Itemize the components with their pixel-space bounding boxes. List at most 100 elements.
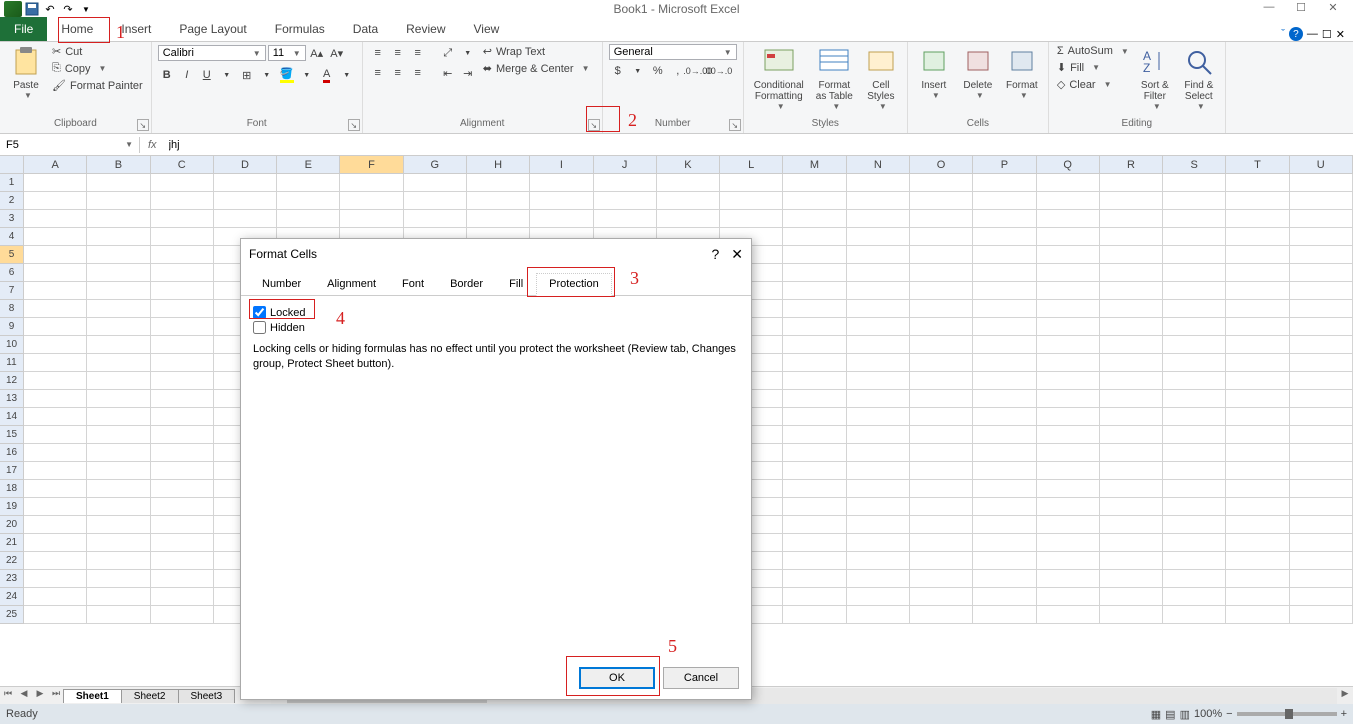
cell[interactable] [1290, 588, 1353, 606]
cell[interactable] [467, 174, 530, 192]
cell[interactable] [1290, 390, 1353, 408]
cell[interactable] [1163, 444, 1226, 462]
cell[interactable] [24, 318, 87, 336]
ribbon-min-window-icon[interactable]: — [1307, 28, 1318, 40]
cell[interactable] [1226, 192, 1289, 210]
cell[interactable] [1163, 408, 1226, 426]
cell[interactable] [1037, 228, 1100, 246]
cell[interactable] [910, 282, 973, 300]
currency-dropdown-icon[interactable]: ▼ [629, 62, 647, 80]
cell[interactable] [1226, 228, 1289, 246]
cell[interactable] [1163, 462, 1226, 480]
cell[interactable] [783, 264, 846, 282]
cell[interactable] [277, 210, 340, 228]
row-header[interactable]: 8 [0, 300, 24, 318]
col-header[interactable]: S [1163, 156, 1226, 174]
cell[interactable] [910, 264, 973, 282]
cell[interactable] [1037, 588, 1100, 606]
cell[interactable] [783, 174, 846, 192]
cell[interactable] [910, 480, 973, 498]
col-header[interactable]: T [1226, 156, 1289, 174]
cell[interactable] [1037, 426, 1100, 444]
cell[interactable] [404, 192, 467, 210]
row-header[interactable]: 5 [0, 246, 24, 264]
cell[interactable] [847, 210, 910, 228]
sheet-tab[interactable]: Sheet1 [63, 689, 122, 703]
cell[interactable] [24, 552, 87, 570]
cell[interactable] [847, 246, 910, 264]
cell[interactable] [340, 174, 403, 192]
cell[interactable] [87, 372, 150, 390]
zoom-in-icon[interactable]: + [1341, 708, 1347, 720]
cell[interactable] [783, 552, 846, 570]
cell[interactable] [24, 210, 87, 228]
col-header[interactable]: D [214, 156, 277, 174]
cell[interactable] [847, 390, 910, 408]
cell[interactable] [783, 534, 846, 552]
cell[interactable] [910, 444, 973, 462]
cell[interactable] [151, 192, 214, 210]
cell[interactable] [404, 174, 467, 192]
select-all-button[interactable] [0, 156, 24, 174]
cell[interactable] [910, 354, 973, 372]
clipboard-launcher-icon[interactable]: ↘ [137, 119, 149, 131]
cell[interactable] [1290, 462, 1353, 480]
cell[interactable] [1163, 516, 1226, 534]
cell[interactable] [1037, 354, 1100, 372]
cell[interactable] [1226, 210, 1289, 228]
cell[interactable] [973, 318, 1036, 336]
cell[interactable] [151, 282, 214, 300]
cell[interactable] [1226, 498, 1289, 516]
cell[interactable] [24, 426, 87, 444]
cell[interactable] [151, 606, 214, 624]
cell[interactable] [151, 462, 214, 480]
cell[interactable] [1290, 228, 1353, 246]
cell[interactable] [1226, 354, 1289, 372]
cell[interactable] [151, 210, 214, 228]
save-icon[interactable] [24, 1, 40, 17]
align-bottom-icon[interactable]: ≡ [409, 44, 427, 62]
cell[interactable] [847, 498, 910, 516]
cell[interactable] [1100, 282, 1163, 300]
col-header[interactable]: L [720, 156, 783, 174]
cell[interactable] [783, 588, 846, 606]
orientation-icon[interactable]: ⤢ [439, 44, 457, 62]
cell[interactable] [1100, 174, 1163, 192]
cell[interactable] [1100, 408, 1163, 426]
row-header[interactable]: 4 [0, 228, 24, 246]
cell[interactable] [467, 192, 530, 210]
cell[interactable] [1037, 462, 1100, 480]
row-header[interactable]: 9 [0, 318, 24, 336]
cell[interactable] [1163, 552, 1226, 570]
cell[interactable] [151, 336, 214, 354]
cell[interactable] [973, 354, 1036, 372]
border-button[interactable]: ⊞ [238, 66, 256, 84]
cell[interactable] [973, 246, 1036, 264]
number-format-dropdown[interactable]: General▼ [609, 44, 737, 60]
cell[interactable] [87, 588, 150, 606]
cell[interactable] [847, 444, 910, 462]
cell[interactable] [1100, 462, 1163, 480]
cell[interactable] [1100, 192, 1163, 210]
cell[interactable] [1163, 606, 1226, 624]
tab-data[interactable]: Data [339, 17, 392, 41]
fx-icon[interactable]: fx [140, 139, 165, 151]
maximize-icon[interactable]: ☐ [1289, 1, 1313, 17]
cell[interactable] [1163, 480, 1226, 498]
cell[interactable] [973, 228, 1036, 246]
bold-button[interactable]: B [158, 66, 176, 84]
dialog-tab-alignment[interactable]: Alignment [314, 273, 389, 295]
cell[interactable] [910, 228, 973, 246]
cell[interactable] [1037, 480, 1100, 498]
cell[interactable] [910, 534, 973, 552]
cell[interactable] [151, 318, 214, 336]
cell[interactable] [151, 390, 214, 408]
align-right-icon[interactable]: ≡ [409, 64, 427, 82]
row-header[interactable]: 18 [0, 480, 24, 498]
align-left-icon[interactable]: ≡ [369, 64, 387, 82]
cell[interactable] [1290, 498, 1353, 516]
cell[interactable] [24, 498, 87, 516]
cell[interactable] [1290, 444, 1353, 462]
tab-review[interactable]: Review [392, 17, 459, 41]
col-header[interactable]: J [594, 156, 657, 174]
